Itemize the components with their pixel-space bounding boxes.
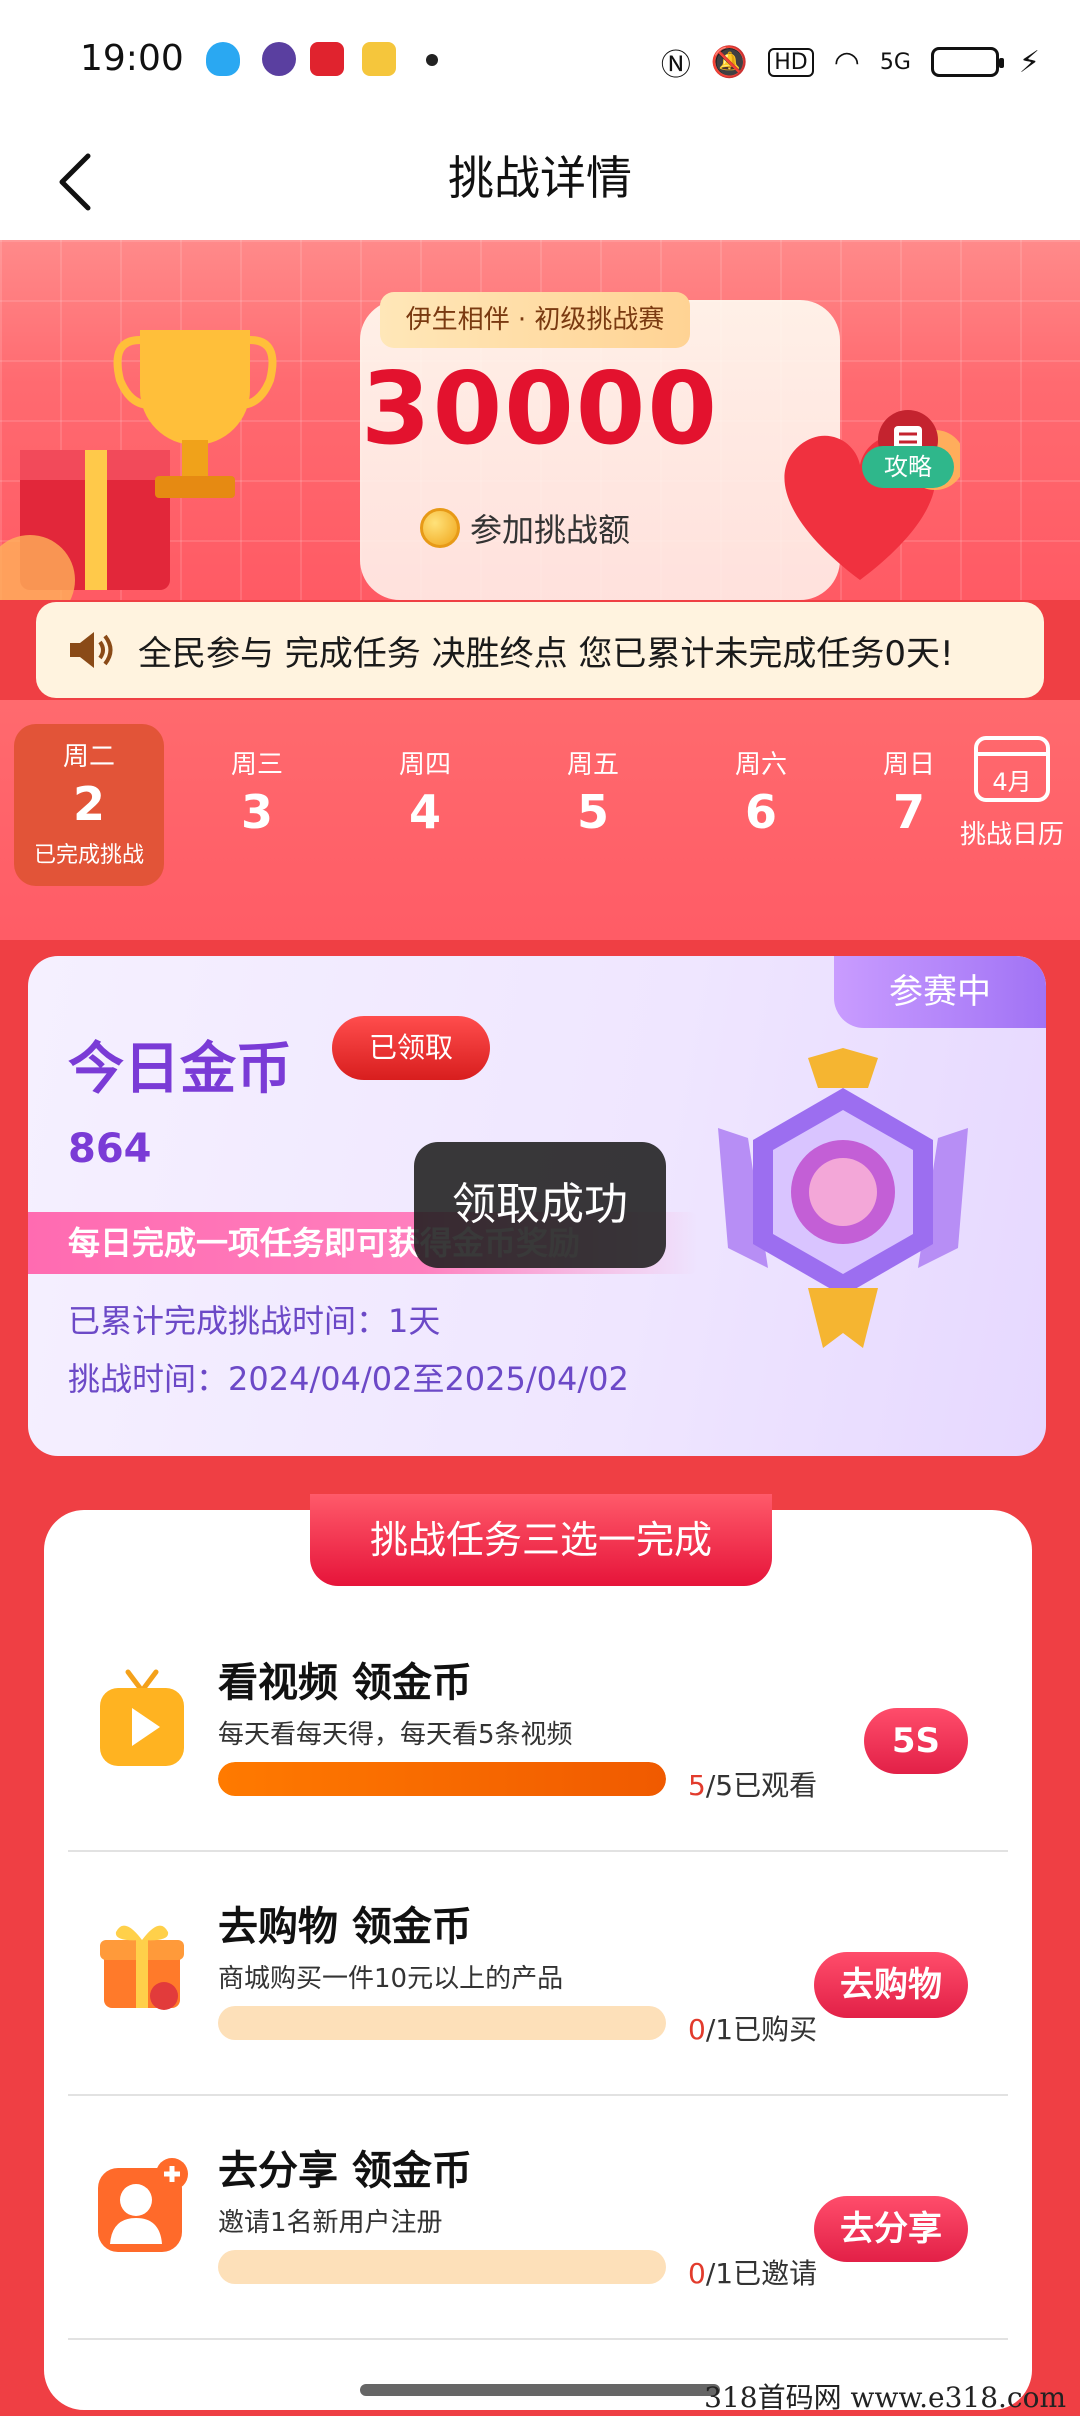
- charging-icon: ⚡: [1018, 44, 1040, 80]
- strategy-label[interactable]: 攻略: [862, 446, 954, 488]
- task-progress-done: 0: [688, 2013, 706, 2046]
- day-date: 5: [576, 785, 609, 839]
- day-item[interactable]: 周日 7: [854, 732, 934, 882]
- navigation-bar: 挑战详情: [0, 120, 1080, 240]
- task-item: 看视频 领金币 每天看每天得，每天看5条视频 5/5已观看 5S: [68, 1610, 1008, 1852]
- status-icons: Ⓝ 🔕 HD ◠ 5G ⚡: [661, 40, 1040, 84]
- amount-label: 参加挑战额: [470, 511, 631, 549]
- today-coins-value: 864: [68, 1126, 152, 1172]
- coin-icon: [420, 508, 460, 548]
- task-description: 每天看每天得，每天看5条视频: [218, 1720, 573, 1750]
- wifi-icon: ◠: [833, 44, 860, 80]
- day-item[interactable]: 周四 4: [350, 732, 500, 882]
- day-weekday: 周日: [882, 750, 934, 780]
- calendar-label: 挑战日历: [959, 820, 1064, 850]
- task-progress-done: 5: [688, 1769, 706, 1802]
- task-progress-bar: [218, 1762, 666, 1796]
- trophy-icon: [113, 330, 277, 498]
- task-title: 看视频 领金币: [218, 1660, 472, 1706]
- day-status: 已完成挑战: [33, 843, 144, 868]
- task-action-button[interactable]: 5S: [863, 1708, 968, 1774]
- add-user-icon: [98, 2158, 188, 2252]
- challenge-period: 挑战时间：2024/04/02至2025/04/02: [68, 1360, 629, 1398]
- medal-icon: [718, 1048, 968, 1348]
- tasks-header: 挑战任务三选一完成: [310, 1494, 772, 1586]
- day-weekday: 周二: [62, 742, 115, 772]
- challenge-calendar-button[interactable]: 4月 挑战日历: [952, 736, 1072, 886]
- day-item[interactable]: 周六 6: [686, 732, 836, 882]
- speaker-icon: [70, 632, 113, 668]
- day-weekday: 周三: [230, 750, 283, 780]
- task-item: 去分享 领金币 邀请1名新用户注册 0/1已邀请 去分享: [68, 2098, 1008, 2340]
- participating-tag: 参赛中: [834, 956, 1046, 1028]
- task-description: 邀请1名新用户注册: [218, 2208, 443, 2238]
- battery-icon: [930, 47, 1004, 77]
- day-weekday: 周六: [734, 750, 787, 780]
- status-bar: 19:00 Ⓝ 🔕 HD ◠ 5G ⚡: [0, 0, 1080, 120]
- notification-dot-icon: [426, 54, 438, 66]
- day-date: 4: [408, 785, 441, 839]
- task-action-button[interactable]: 去分享: [814, 2196, 968, 2262]
- task-progress-bar: [218, 2250, 666, 2284]
- claimed-button[interactable]: 已领取: [332, 1016, 490, 1080]
- task-progress-text: 5/5已观看: [688, 1764, 817, 1804]
- task-progress-bar: [218, 2006, 666, 2040]
- home-indicator[interactable]: [360, 2384, 720, 2396]
- task-progress-done: 0: [688, 2257, 706, 2290]
- task-progress-total: /1已邀请: [705, 2257, 818, 2290]
- task-title: 去分享 领金币: [218, 2148, 472, 2194]
- app-icon-red: [310, 42, 344, 76]
- task-progress-fill: [218, 1762, 666, 1796]
- amount-label-group: 参加挑战额: [420, 505, 630, 551]
- task-title: 去购物 领金币: [218, 1904, 472, 1950]
- signal-icon: 5G: [879, 49, 911, 75]
- announcement-bar: 全民参与 完成任务 决胜终点 您已累计未完成任务0天!: [36, 602, 1044, 698]
- challenge-tasks-panel: 挑战任务三选一完成 看视频 领金币 每天看每天得，每天看5条视频 5/5已观看 …: [44, 1494, 1032, 2410]
- task-action-button[interactable]: 去购物: [814, 1952, 968, 2018]
- announcement-text: 全民参与 完成任务 决胜终点 您已累计未完成任务0天!: [138, 633, 954, 674]
- app-icon-purple: [262, 42, 296, 76]
- day-weekday: 周五: [566, 750, 619, 780]
- today-coins-title: 今日金币: [68, 1037, 292, 1102]
- tv-video-icon: [100, 1669, 184, 1766]
- challenge-amount: 30000: [361, 350, 719, 467]
- challenge-name-badge: 伊生相伴 · 初级挑战赛: [380, 292, 690, 348]
- challenge-hero: 伊生相伴 · 初级挑战赛 30000 参加挑战额 攻略: [0, 240, 1080, 600]
- shopping-gift-icon: [100, 1925, 184, 2010]
- app-icon-yellow: [362, 42, 396, 76]
- qq-icon: [206, 42, 240, 76]
- accumulated-time: 已累计完成挑战时间：1天: [68, 1302, 441, 1340]
- day-item[interactable]: 周二 2 已完成挑战: [14, 724, 164, 886]
- task-progress-total: /1已购买: [705, 2013, 818, 2046]
- day-item[interactable]: 周三 3: [182, 732, 332, 882]
- watermark: 318首码网 www.e318.com: [704, 2381, 1066, 2414]
- page-title: 挑战详情: [448, 151, 632, 205]
- day-date: 3: [240, 785, 273, 839]
- task-progress-text: 0/1已购买: [688, 2008, 817, 2048]
- day-item[interactable]: 周五 5: [518, 732, 668, 882]
- day-date: 7: [892, 785, 925, 839]
- status-time: 19:00: [80, 38, 184, 79]
- task-progress-total: /5已观看: [705, 1769, 818, 1802]
- day-date: 6: [744, 785, 777, 839]
- calendar-icon: 4月: [974, 736, 1050, 802]
- mute-icon: 🔕: [710, 44, 749, 80]
- week-selector: 周二 2 已完成挑战 周三 3 周四 4 周五 5 周六 6 周日 7 4月 挑…: [0, 700, 1080, 940]
- day-weekday: 周四: [398, 750, 451, 780]
- success-toast: 领取成功: [414, 1142, 666, 1268]
- nfc-icon: Ⓝ: [660, 48, 691, 83]
- calendar-month: 4月: [992, 768, 1032, 796]
- task-description: 商城购买一件10元以上的产品: [218, 1964, 564, 1994]
- task-item: 去购物 领金币 商城购买一件10元以上的产品 0/1已购买 去购物: [68, 1854, 1008, 2096]
- task-progress-text: 0/1已邀请: [688, 2252, 817, 2292]
- day-date: 2: [72, 777, 105, 831]
- hd-icon: HD: [768, 47, 814, 77]
